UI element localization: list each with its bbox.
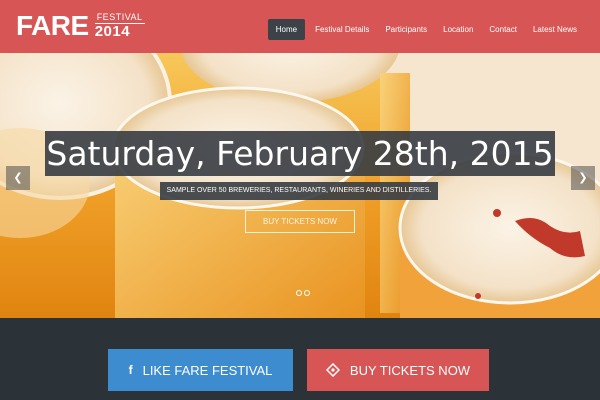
site-logo[interactable]: FARE FESTIVAL 2014	[16, 11, 145, 41]
buy-tickets-now-button[interactable]: BUY TICKETS NOW	[307, 349, 489, 391]
like-button-label: LIKE FARE FESTIVAL	[142, 362, 273, 378]
action-bar: f LIKE FARE FESTIVAL BUY TICKETS NOW	[0, 318, 600, 400]
nav-item-location[interactable]: Location	[435, 19, 481, 40]
logo-sub: FESTIVAL 2014	[94, 11, 145, 41]
hero-buy-tickets-button[interactable]: BUY TICKETS NOW	[245, 210, 355, 233]
chevron-right-icon: ❯	[578, 172, 588, 184]
nav-item-festival-details[interactable]: Festival Details	[307, 19, 377, 40]
hero-title: Saturday, February 28th, 2015	[45, 131, 555, 176]
logo-year-text: 2014	[94, 23, 131, 40]
nav-item-home[interactable]: Home	[267, 19, 306, 40]
slider-prev-button[interactable]: ❮	[6, 166, 30, 190]
slider-dot-2[interactable]	[304, 290, 310, 296]
chevron-left-icon: ❮	[13, 172, 23, 184]
ticket-icon	[325, 363, 340, 377]
site-header: FARE FESTIVAL 2014 Home Festival Details…	[0, 0, 600, 53]
logo-main-text: FARE	[16, 10, 89, 41]
slider-pagination	[296, 290, 310, 296]
slider-dot-1[interactable]	[296, 290, 302, 296]
main-nav: Home Festival Details Participants Locat…	[267, 19, 585, 40]
nav-item-contact[interactable]: Contact	[481, 19, 525, 40]
hero-slider: Saturday, February 28th, 2015 SAMPLE OVE…	[0, 53, 600, 318]
nav-item-participants[interactable]: Participants	[377, 19, 435, 40]
hero-subtitle: SAMPLE OVER 50 BREWERIES, RESTAURANTS, W…	[160, 182, 438, 200]
nav-item-latest-news[interactable]: Latest News	[525, 19, 585, 40]
slider-next-button[interactable]: ❯	[571, 166, 595, 190]
like-fare-festival-button[interactable]: f LIKE FARE FESTIVAL	[108, 349, 293, 391]
buy-button-label: BUY TICKETS NOW	[349, 362, 471, 378]
facebook-icon: f	[128, 363, 133, 377]
